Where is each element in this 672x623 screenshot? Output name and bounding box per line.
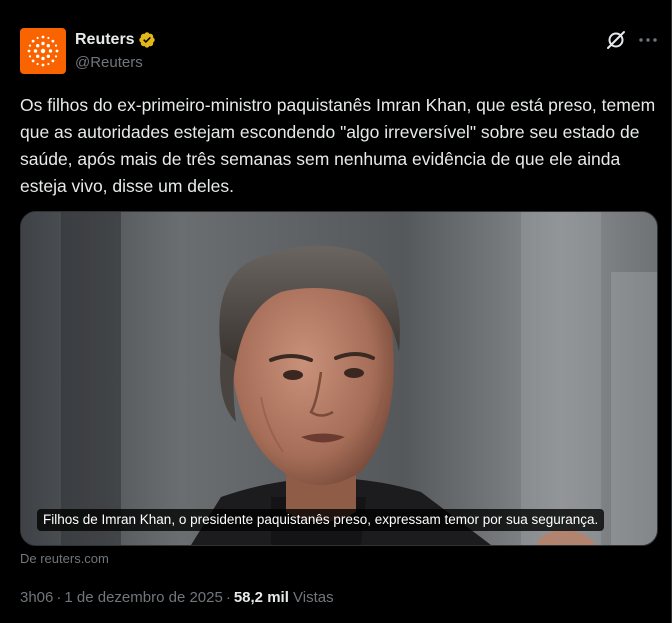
tweet-text: Os filhos do ex-primeiro-ministro paquis… [20,95,656,196]
avatar[interactable] [20,28,66,74]
reuters-logo-icon [27,35,59,67]
news-photo [21,212,657,545]
tweet-time[interactable]: 3h06 [20,589,53,606]
source-link[interactable]: De reuters.com [20,551,109,566]
author-name[interactable]: Reuters [75,31,135,49]
views-count: 58,2 mil [233,589,289,606]
meta-separator: · [225,589,231,606]
tweet-article: Reuters @Reuters Os filhos do ex-primeir… [0,0,672,623]
verified-badge-icon[interactable] [138,31,156,49]
meta-separator: · [56,589,62,606]
views-label: Vistas [293,589,334,606]
link-card-image[interactable]: Filhos de Imran Khan, o presidente paqui… [20,211,658,546]
grok-icon[interactable] [604,28,628,52]
more-icon[interactable] [636,28,660,52]
tweet-meta: 3h06 · 1 de dezembro de 2025 · 58,2 mil Vist… [20,589,334,606]
tweet-date[interactable]: 1 de dezembro de 2025 [64,589,222,606]
author-handle[interactable]: @Reuters [75,54,143,71]
image-caption: Filhos de Imran Khan, o presidente paqui… [37,509,605,531]
